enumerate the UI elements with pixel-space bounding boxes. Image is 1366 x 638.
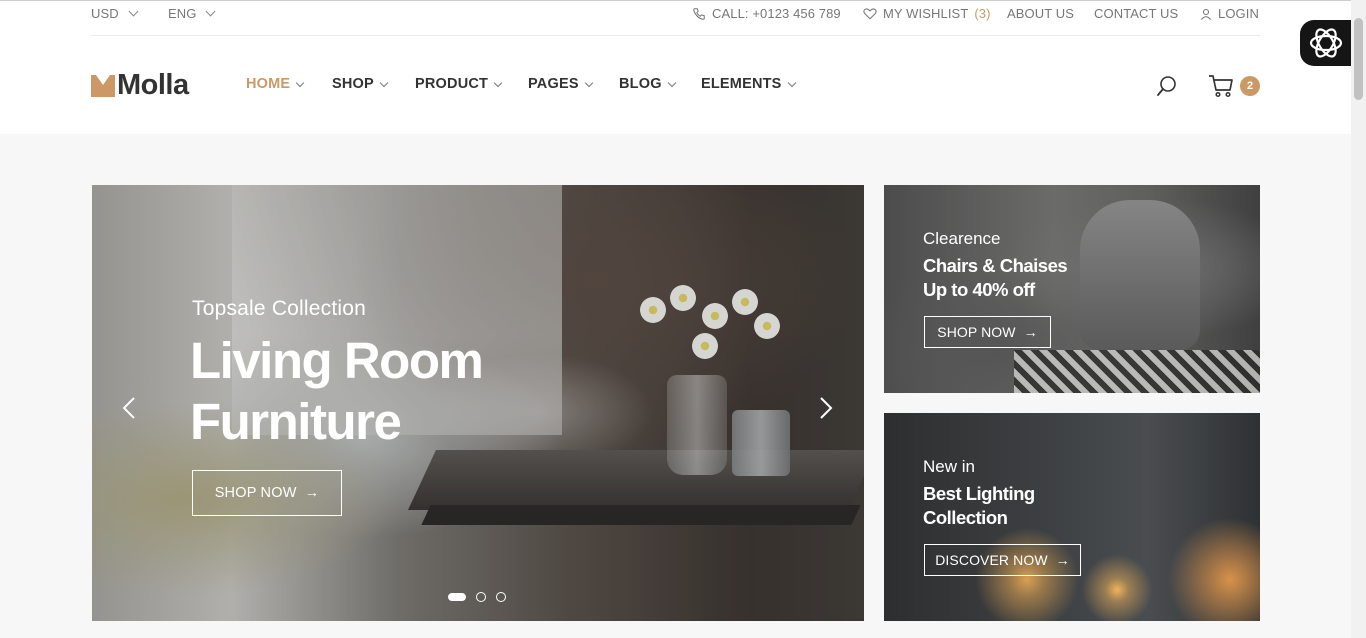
hero-shop-now-button[interactable]: SHOP NOW →: [192, 470, 342, 516]
phone-icon: [693, 7, 705, 20]
nav-product[interactable]: PRODUCT: [415, 76, 503, 92]
wishlist-label: MY WISHLIST: [883, 6, 969, 21]
call-label: CALL: +0123 456 789: [712, 6, 841, 21]
currency-label: USD: [91, 6, 119, 21]
hero-title-line: Living Room: [190, 332, 484, 389]
nav-pages-label: PAGES: [528, 76, 579, 92]
nav-elements[interactable]: ELEMENTS: [701, 76, 796, 92]
wishlist-link[interactable]: MY WISHLIST (3): [863, 6, 991, 21]
scrollbar-thumb[interactable]: [1354, 18, 1363, 100]
about-label: ABOUT US: [1007, 6, 1075, 21]
search-icon[interactable]: [1156, 75, 1178, 97]
arrow-right-icon: →: [1023, 324, 1038, 340]
cart-icon[interactable]: [1208, 74, 1234, 98]
cart-count-badge: 2: [1240, 76, 1260, 96]
wishlist-count: (3): [974, 6, 991, 21]
banner-title-line: Up to 40% off: [923, 279, 1035, 300]
slider-prev-arrow-icon[interactable]: [119, 397, 139, 419]
banner-shop-now-button[interactable]: SHOP NOW →: [924, 316, 1051, 348]
page-scrollbar[interactable]: [1351, 0, 1366, 638]
slider-dot[interactable]: [476, 592, 486, 602]
logo-mark-icon: [91, 74, 115, 97]
nav-pages[interactable]: PAGES: [528, 76, 593, 92]
banner-bg-rug: [1014, 350, 1260, 393]
chevron-down-icon: [787, 78, 796, 87]
slider-dot[interactable]: [496, 592, 506, 602]
nav-shop-label: SHOP: [332, 76, 374, 92]
chevron-down-icon: [379, 78, 389, 87]
openai-logo-icon: [1309, 28, 1343, 58]
chevron-down-icon: [667, 78, 676, 87]
banner-button-label: DISCOVER NOW: [935, 552, 1048, 568]
slider-dots: [448, 592, 506, 602]
assistant-extension-button[interactable]: [1300, 20, 1352, 66]
nav-shop[interactable]: SHOP: [332, 76, 389, 92]
chevron-down-icon: [206, 6, 216, 17]
banner-title-line: Collection: [923, 507, 1008, 528]
chevron-down-icon: [493, 78, 503, 87]
banner-discover-now-button[interactable]: DISCOVER NOW →: [924, 544, 1081, 576]
language-dropdown[interactable]: ENG: [168, 6, 216, 21]
user-icon: [1201, 8, 1211, 20]
arrow-right-icon: →: [1055, 552, 1070, 568]
hero-title-line: Furniture: [190, 393, 402, 450]
currency-dropdown[interactable]: USD: [91, 6, 139, 21]
banner-button-label: SHOP NOW: [937, 324, 1016, 340]
top-bar: USD ENG CALL: +0123 456 789 MY WISHLIST …: [91, 1, 1260, 36]
banner-bg-chair: [1080, 200, 1200, 350]
chevron-down-icon: [296, 78, 305, 87]
hero-subtitle: Topsale Collection: [192, 297, 367, 320]
heart-icon: [863, 8, 877, 20]
banner-lighting-subtitle: New in: [923, 457, 975, 476]
nav-product-label: PRODUCT: [415, 76, 489, 92]
chevron-down-icon: [584, 78, 593, 87]
site-header: USD ENG CALL: +0123 456 789 MY WISHLIST …: [0, 0, 1366, 134]
banner-chairs-title: Chairs & Chaises Up to 40% off: [923, 254, 1068, 302]
logo-text: Molla: [117, 69, 189, 101]
call-link[interactable]: CALL: +0123 456 789: [692, 6, 841, 21]
slider-next-arrow-icon[interactable]: [816, 397, 836, 419]
slider-dot[interactable]: [448, 593, 466, 601]
contact-link[interactable]: CONTACT US: [1094, 6, 1178, 21]
nav-home-label: HOME: [246, 76, 291, 92]
banner-lighting-title: Best Lighting Collection: [923, 482, 1035, 530]
hero-title: Living Room Furniture: [190, 330, 550, 452]
banner-title-line: Best Lighting: [923, 483, 1035, 504]
nav-home[interactable]: HOME: [246, 76, 305, 92]
site-logo[interactable]: Molla: [91, 69, 189, 102]
login-label: LOGIN: [1218, 6, 1259, 21]
login-link[interactable]: LOGIN: [1200, 6, 1259, 21]
arrow-right-icon: →: [304, 485, 320, 501]
nav-blog[interactable]: BLOG: [619, 76, 676, 92]
banner-title-line: Chairs & Chaises: [923, 255, 1068, 276]
language-label: ENG: [168, 6, 197, 21]
nav-blog-label: BLOG: [619, 76, 662, 92]
nav-elements-label: ELEMENTS: [701, 76, 782, 92]
contact-label: CONTACT US: [1094, 6, 1179, 21]
hero-button-label: SHOP NOW: [214, 485, 297, 501]
about-link[interactable]: ABOUT US: [1007, 6, 1074, 21]
banner-chairs-subtitle: Clearence: [923, 229, 1001, 248]
chevron-down-icon: [128, 6, 139, 17]
